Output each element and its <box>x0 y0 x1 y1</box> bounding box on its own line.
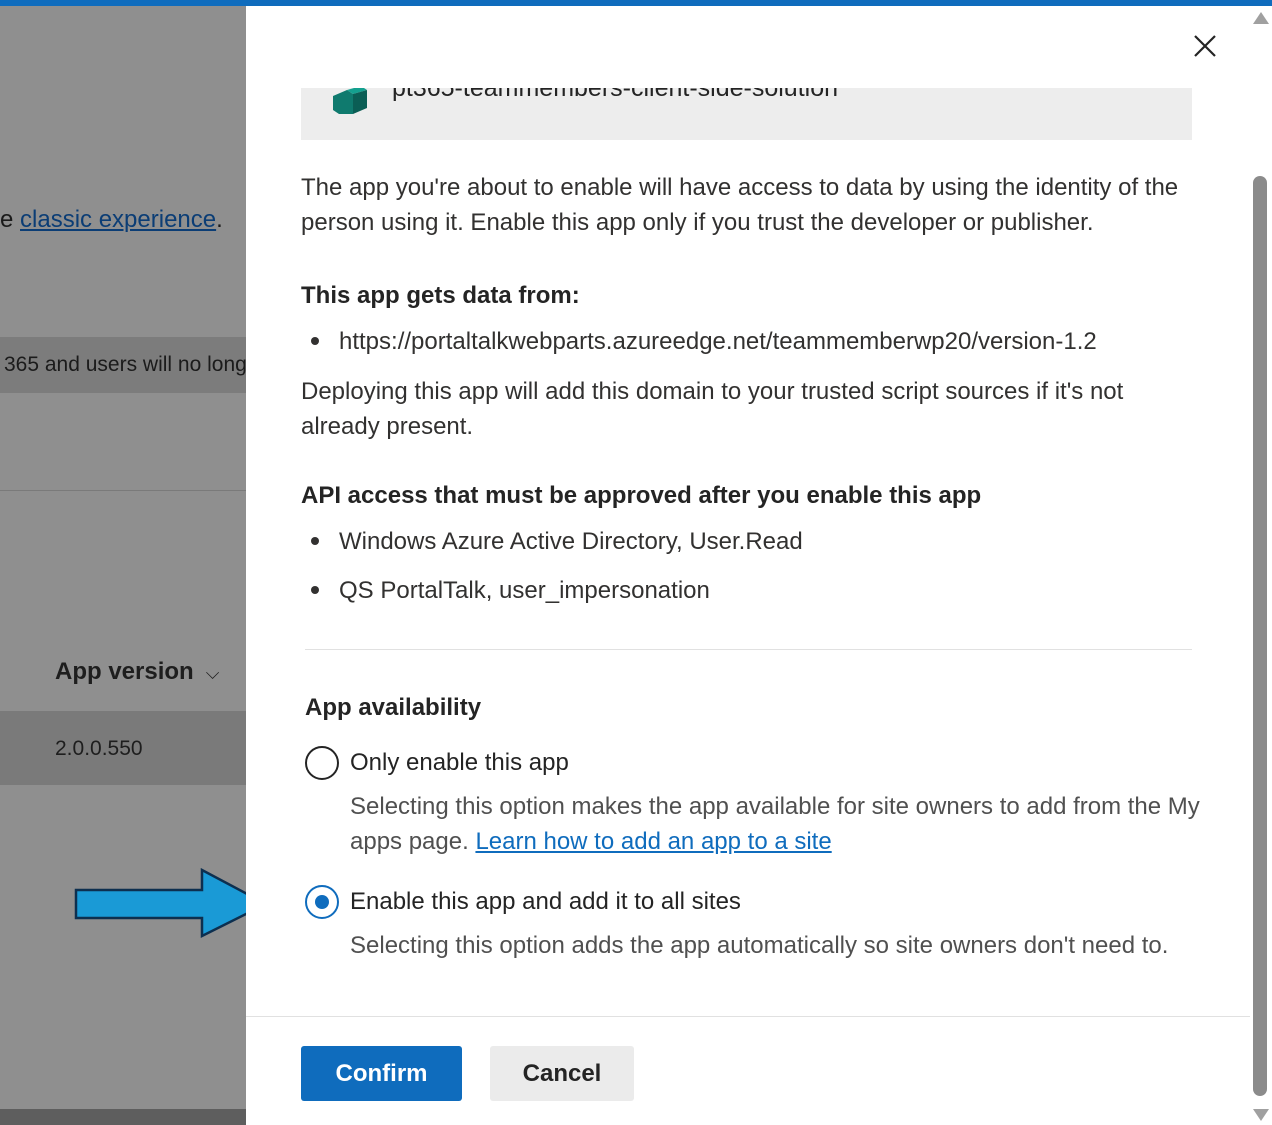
chevron-down-icon: ⌵ <box>205 663 220 683</box>
data-from-heading: This app gets data from: <box>301 282 580 309</box>
cancel-button[interactable]: Cancel <box>490 1046 634 1101</box>
learn-add-app-link[interactable]: Learn how to add an app to a site <box>475 828 831 855</box>
highlight-arrow-icon <box>74 868 269 939</box>
background-page: e classic experience. 365 and users will… <box>0 6 246 1125</box>
list-item: https://portaltalkwebparts.azureedge.net… <box>301 328 1097 356</box>
only-enable-radio[interactable] <box>305 746 339 780</box>
app-availability-heading: App availability <box>305 694 482 721</box>
close-icon[interactable] <box>1191 32 1219 60</box>
table-row[interactable]: 2.0.0.550 <box>0 711 246 785</box>
confirm-button[interactable]: Confirm <box>301 1046 462 1101</box>
app-version-column-header[interactable]: App version ⌵ <box>55 658 219 686</box>
api-access-heading: API access that must be approved after y… <box>301 482 982 509</box>
background-notice: 365 and users will no longer <box>0 337 246 393</box>
section-divider <box>305 649 1192 650</box>
classic-experience-link[interactable]: classic experience <box>20 206 216 233</box>
solution-card: pt365-teammembers-client-side-solution <box>301 88 1192 140</box>
deploy-note: Deploying this app will add this domain … <box>301 378 1124 440</box>
package-icon <box>333 88 367 114</box>
bullet-icon <box>311 536 319 545</box>
scroll-down-icon[interactable] <box>1253 1109 1269 1121</box>
only-enable-label[interactable]: Only enable this app <box>350 749 569 777</box>
panel-scrollbar[interactable] <box>1250 6 1272 1125</box>
enable-all-sites-label[interactable]: Enable this app and add it to all sites <box>350 888 741 916</box>
enable-all-sites-radio[interactable] <box>305 885 339 919</box>
background-divider <box>0 490 246 491</box>
bullet-icon <box>311 585 319 594</box>
solution-name: pt365-teammembers-client-side-solution <box>392 88 839 102</box>
intro-text: The app you're about to enable will have… <box>301 174 1179 236</box>
only-enable-description: Selecting this option makes the app avai… <box>350 793 1200 855</box>
footer-divider <box>246 1016 1250 1017</box>
bullet-icon <box>311 336 319 345</box>
list-item: QS PortalTalk, user_impersonation <box>301 577 710 605</box>
app-version-cell: 2.0.0.550 <box>55 737 143 760</box>
list-item: Windows Azure Active Directory, User.Rea… <box>301 528 803 556</box>
classic-experience-text: e classic experience. <box>0 206 223 233</box>
enable-app-panel: pt365-teammembers-client-side-solution T… <box>246 6 1250 1125</box>
scroll-up-icon[interactable] <box>1253 12 1269 24</box>
scrollbar-thumb[interactable] <box>1253 176 1267 1096</box>
enable-all-sites-description: Selecting this option adds the app autom… <box>350 932 1169 959</box>
background-scrollbar <box>0 1109 246 1125</box>
